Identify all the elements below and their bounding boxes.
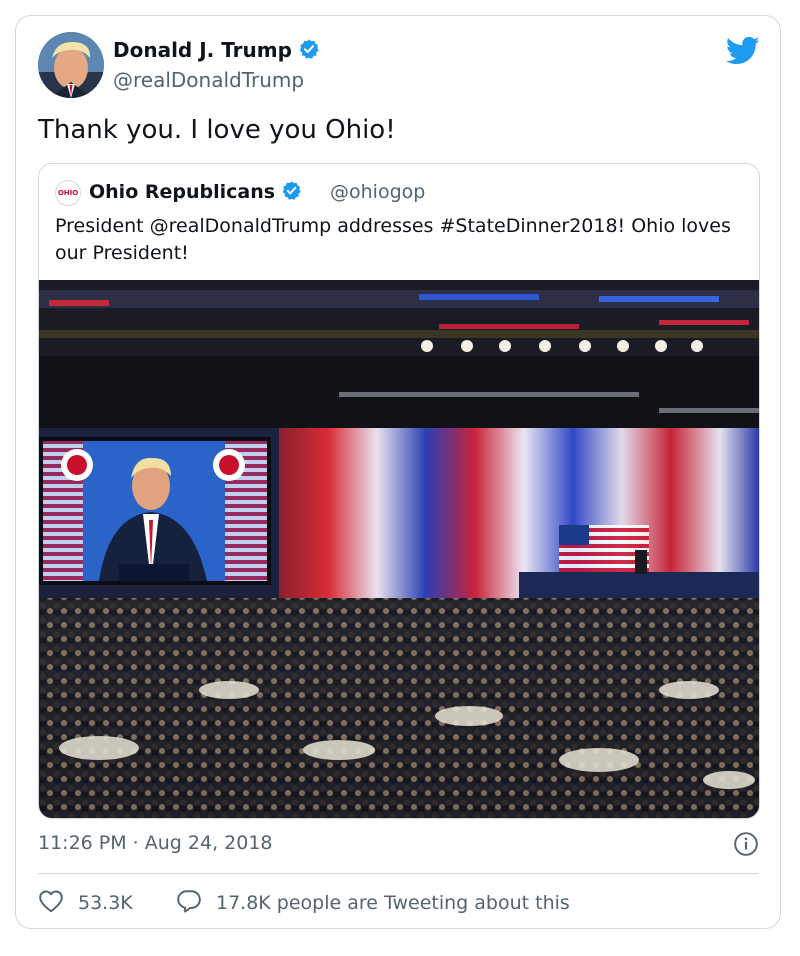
heart-icon xyxy=(38,889,64,917)
like-button[interactable]: 53.3K xyxy=(38,889,133,917)
verified-badge-icon xyxy=(281,180,302,206)
author-name[interactable]: Donald J. Trump xyxy=(113,38,320,65)
speech-bubble-icon xyxy=(176,889,202,917)
discussion-label: 17.8K people are Tweeting about this xyxy=(216,892,570,914)
author-name-text: Donald J. Trump xyxy=(113,38,292,62)
verified-badge-icon xyxy=(298,38,320,65)
discussion-link[interactable]: 17.8K people are Tweeting about this xyxy=(176,889,570,917)
divider xyxy=(38,873,758,874)
quoted-tweet-text: President @realDonaldTrump addresses #St… xyxy=(55,215,731,264)
author-avatar[interactable] xyxy=(38,32,104,98)
quoted-author-name-text: Ohio Republicans xyxy=(89,181,276,203)
twitter-bird-icon[interactable] xyxy=(725,36,760,66)
quoted-tweet[interactable]: OHIO Ohio Republicans @ohiogop President… xyxy=(38,163,760,819)
quoted-author-name[interactable]: Ohio Republicans xyxy=(89,180,302,206)
event-photo[interactable] xyxy=(39,280,759,818)
tweet-card[interactable]: Donald J. Trump @realDonaldTrump Thank y… xyxy=(15,15,781,929)
tweet-text: Thank you. I love you Ohio! xyxy=(38,115,396,145)
author-handle[interactable]: @realDonaldTrump xyxy=(113,68,304,92)
info-icon[interactable] xyxy=(733,831,759,857)
tweet-timestamp[interactable]: 11:26 PM · Aug 24, 2018 xyxy=(38,832,273,854)
ohiogop-logo[interactable]: OHIO xyxy=(55,180,81,206)
quoted-author-handle[interactable]: @ohiogop xyxy=(330,181,425,203)
like-count: 53.3K xyxy=(78,892,133,914)
